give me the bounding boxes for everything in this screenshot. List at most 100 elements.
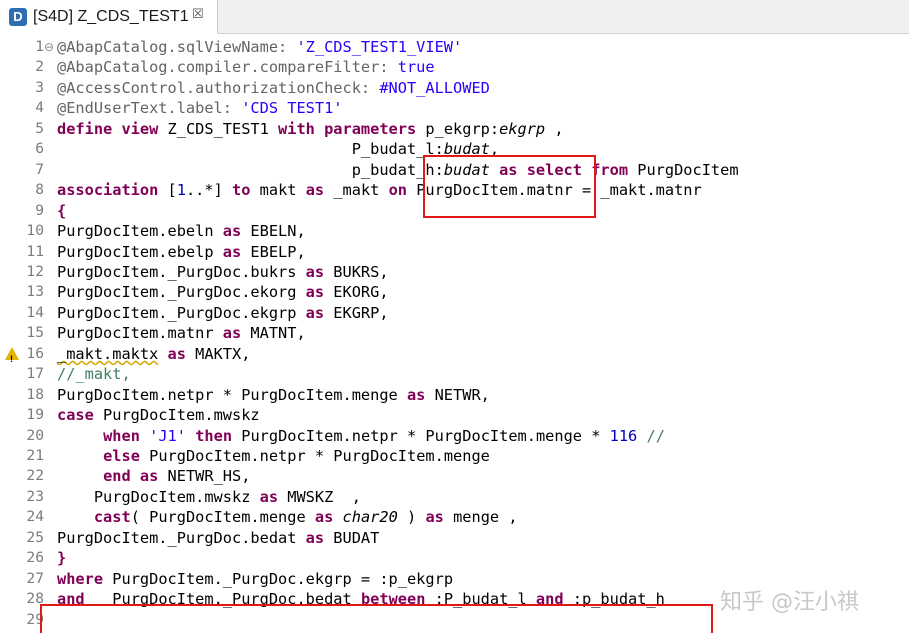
code-token: ) — [397, 508, 426, 527]
code-line[interactable]: 14 PurgDocItem._PurgDoc.ekgrp as EKGRP, — [0, 303, 909, 323]
code-token: as — [305, 181, 325, 200]
line-code: _makt.maktx as MAKTX, — [57, 344, 250, 364]
line-code: //_makt, — [57, 364, 131, 384]
code-token: BUKRS, — [324, 262, 389, 281]
code-token: EKGRP, — [324, 303, 389, 322]
code-token: PurgDocItem._PurgDoc.ekgrp — [57, 303, 306, 322]
code-token: as — [259, 487, 279, 506]
code-token: @EndUserText.label: — [57, 99, 242, 118]
code-line[interactable]: 5 define view Z_CDS_TEST1 with parameters… — [0, 119, 909, 139]
code-line[interactable]: 17 //_makt, — [0, 364, 909, 384]
code-line[interactable]: 15 PurgDocItem.matnr as MATNT, — [0, 323, 909, 343]
code-token: // — [646, 426, 665, 445]
line-number: 9 — [35, 201, 44, 219]
code-line[interactable]: 16_makt.maktx as MAKTX, — [0, 344, 909, 369]
code-token: BUDAT — [324, 528, 380, 547]
code-line[interactable]: 4 @EndUserText.label: 'CDS TEST1' — [0, 98, 909, 118]
code-line[interactable]: 19 case PurgDocItem.mwskz — [0, 405, 909, 425]
close-tab-icon[interactable]: ☒ — [192, 7, 204, 22]
where-clause-highlight-box — [40, 604, 713, 633]
line-code: where PurgDocItem._PurgDoc.ekgrp = :p_ek… — [57, 569, 453, 589]
line-number: 15 — [26, 324, 44, 342]
warning-icon[interactable] — [5, 346, 19, 369]
line-number: 18 — [26, 385, 44, 403]
line-code: cast( PurgDocItem.menge as char20 ) as m… — [57, 507, 518, 527]
line-code: define view Z_CDS_TEST1 with parameters … — [57, 119, 564, 139]
code-line[interactable]: 26} — [0, 548, 909, 568]
code-token: } — [57, 549, 67, 568]
tab-title[interactable]: [S4D] Z_CDS_TEST1 — [33, 8, 189, 26]
code-token: 1 — [176, 181, 186, 200]
line-number: 12 — [26, 262, 44, 280]
code-token: where — [57, 569, 104, 588]
editor-tab[interactable]: D [S4D] Z_CDS_TEST1 ☒ — [0, 0, 218, 34]
code-token: PurgDocItem._PurgDoc.bukrs — [57, 262, 306, 281]
code-token: PurgDocItem._PurgDoc.ekorg — [57, 283, 306, 302]
code-token: PurgDocItem._PurgDoc.bedat — [57, 528, 306, 547]
code-token: as — [222, 242, 242, 261]
code-token: PurgDocItem.netpr * PurgDocItem.menge — [139, 447, 490, 465]
code-token: then — [195, 426, 233, 445]
line-code: PurgDocItem._PurgDoc.ekgrp as EKGRP, — [57, 303, 389, 323]
watermark: 知乎 @汪小祺 — [720, 590, 859, 615]
code-line[interactable]: 11 PurgDocItem.ebelp as EBELP, — [0, 242, 909, 262]
line-code: when 'J1' then PurgDocItem.netpr * PurgD… — [57, 426, 665, 446]
code-token: as — [305, 528, 325, 547]
code-token: , — [545, 119, 564, 138]
line-code: @AbapCatalog.sqlViewName: 'Z_CDS_TEST1_V… — [57, 37, 462, 57]
code-token: PurgDocItem — [628, 160, 739, 179]
line-number: 1 — [35, 38, 44, 55]
code-token: PurgDocItem.mwskz — [57, 487, 260, 506]
code-token: as — [305, 303, 325, 322]
line-number: 19 — [26, 406, 44, 424]
line-number: 24 — [26, 508, 44, 526]
code-line[interactable]: 3 @AccessControl.authorizationCheck: #NOT… — [0, 78, 909, 98]
line-number: 13 — [26, 283, 44, 301]
line-number: 2 — [35, 58, 44, 76]
code-token: as — [305, 283, 325, 302]
code-line[interactable]: 1 ⊖ @AbapCatalog.sqlViewName: 'Z_CDS_TEST1… — [0, 37, 909, 57]
code-line[interactable]: 21 else PurgDocItem.netpr * PurgDocItem.… — [0, 446, 909, 466]
line-number: 14 — [26, 303, 44, 321]
code-line[interactable]: 23 PurgDocItem.mwskz as MWSKZ , — [0, 487, 909, 507]
line-number: 4 — [35, 99, 44, 117]
code-token: [ — [158, 181, 177, 200]
code-line[interactable]: 22 end as NETWR_HS, — [0, 466, 909, 486]
code-line[interactable]: 13 PurgDocItem._PurgDoc.ekorg as EKORG, — [0, 282, 909, 302]
code-token: as — [305, 262, 325, 281]
code-token: cast — [93, 508, 131, 527]
line-number: 22 — [26, 467, 44, 485]
code-line[interactable]: 10 PurgDocItem.ebeln as EBELN, — [0, 221, 909, 241]
line-number: 28 — [26, 590, 44, 608]
code-line[interactable]: 20 when 'J1' then PurgDocItem.netpr * Pu… — [0, 426, 909, 446]
code-line[interactable]: 12 PurgDocItem._PurgDoc.bukrs as BUKRS, — [0, 262, 909, 282]
line-code: PurgDocItem._PurgDoc.ekorg as EKORG, — [57, 282, 389, 302]
line-code: @AccessControl.authorizationCheck: #NOT_… — [57, 78, 490, 98]
code-token: as — [167, 344, 186, 363]
line-number: 23 — [26, 487, 44, 505]
line-number: 21 — [26, 447, 44, 464]
code-line[interactable]: 18 PurgDocItem.netpr * PurgDocItem.menge … — [0, 385, 909, 405]
code-line[interactable]: 25 PurgDocItem._PurgDoc.bedat as BUDAT — [0, 528, 909, 548]
code-token: _makt.maktx — [57, 344, 159, 363]
code-line[interactable]: 2 @AbapCatalog.compiler.compareFilter: tr… — [0, 57, 909, 77]
code-token: makt — [250, 181, 306, 200]
line-code: PurgDocItem.mwskz as MWSKZ , — [57, 487, 361, 507]
code-token: PurgDocItem.ebelp — [57, 242, 223, 261]
code-token: end — [103, 467, 131, 486]
line-number: 7 — [35, 160, 44, 178]
line-number: 25 — [26, 528, 44, 546]
code-editor[interactable]: 1 ⊖ @AbapCatalog.sqlViewName: 'Z_CDS_TEST1… — [0, 34, 909, 633]
code-token: menge , — [443, 508, 518, 527]
fold-collapse-icon[interactable]: ⊖ — [44, 40, 54, 54]
code-line[interactable]: 24 cast( PurgDocItem.menge as char20 ) a… — [0, 507, 909, 527]
code-token: NETWR_HS, — [158, 467, 251, 486]
line-number: 29 — [26, 610, 44, 628]
line-code: PurgDocItem._PurgDoc.bukrs as BUKRS, — [57, 262, 389, 282]
